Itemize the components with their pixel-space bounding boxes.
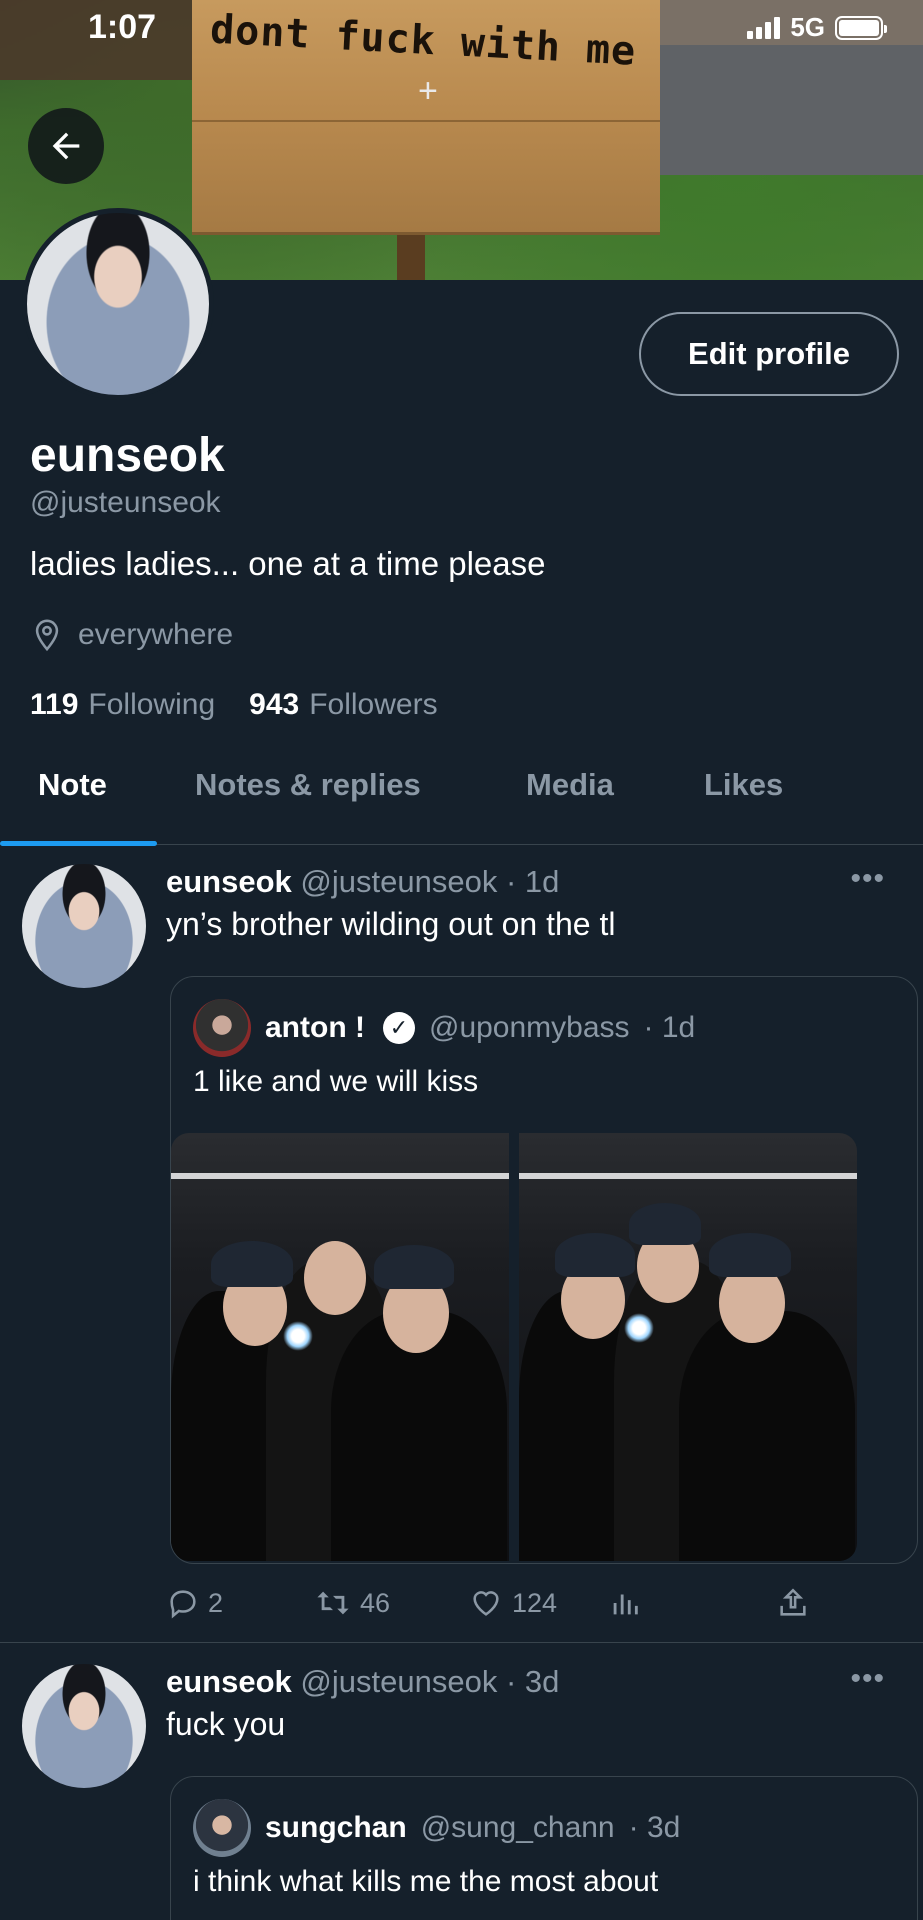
profile-tabs: Note Notes & replies Media Likes — [0, 745, 923, 846]
more-options-icon[interactable]: ••• — [850, 1662, 885, 1696]
quoted-post[interactable]: anton ! ✓ @uponmybass · 1d 1 like and we … — [170, 976, 918, 1564]
post-text: yn’s brother wilding out on the tl — [166, 906, 616, 942]
views-button[interactable] — [608, 1586, 776, 1620]
media-photo[interactable] — [171, 1133, 509, 1561]
tab-note[interactable]: Note — [38, 767, 107, 803]
banner-sign-line — [192, 120, 660, 122]
like-button[interactable]: 124 — [468, 1586, 608, 1620]
profile-bio: ladies ladies... one at a time please — [30, 545, 546, 582]
post-author-handle: @justeunseok — [300, 864, 498, 899]
crosshair-icon: + — [418, 72, 438, 110]
more-options-icon[interactable]: ••• — [850, 862, 885, 896]
banner-sign-post — [397, 235, 425, 280]
profile-screen: dont fuck with me + 1:07 5G Edit profile… — [0, 0, 923, 1920]
post-avatar[interactable] — [22, 864, 146, 988]
reply-icon — [170, 1590, 196, 1619]
follow-stats: 119 Following 943 Followers — [30, 688, 438, 722]
location-pin-icon — [35, 619, 59, 652]
quoted-post-header: anton ! ✓ @uponmybass · 1d — [193, 999, 695, 1057]
status-indicators: 5G — [747, 12, 887, 43]
share-button[interactable] — [776, 1586, 810, 1620]
followers-label: Followers — [309, 688, 438, 721]
reply-button[interactable]: 2 — [166, 1586, 314, 1620]
post-text: fuck you — [166, 1706, 286, 1742]
repost-button[interactable]: 46 — [314, 1586, 468, 1620]
media-photo[interactable] — [519, 1133, 857, 1561]
post-avatar[interactable] — [22, 1664, 146, 1788]
edit-profile-button[interactable]: Edit profile — [639, 312, 899, 396]
quoted-time: · 3d — [628, 1811, 681, 1844]
quoted-text: 1 like and we will kiss — [193, 1065, 479, 1098]
profile-name: eunseok — [30, 429, 225, 482]
post-actions: 2 46 124 — [166, 1586, 810, 1620]
followers-count: 943 — [249, 688, 300, 721]
quoted-avatar — [193, 1799, 251, 1857]
quoted-text: i think what kills me the most about — [193, 1865, 659, 1898]
tab-likes[interactable]: Likes — [704, 767, 783, 803]
location-text: everywhere — [78, 618, 234, 651]
banner-stone — [650, 45, 923, 175]
heart-icon — [473, 1591, 499, 1616]
post-divider — [0, 1642, 923, 1643]
tab-media[interactable]: Media — [526, 767, 614, 803]
quoted-time: · 1d — [643, 1011, 696, 1044]
quoted-author-handle: @sung_chann — [420, 1811, 615, 1844]
repost-count: 46 — [360, 1587, 391, 1618]
quoted-post[interactable]: sungchan @sung_chann · 3d i think what k… — [170, 1776, 918, 1920]
status-time: 1:07 — [88, 8, 157, 46]
like-count: 124 — [512, 1587, 558, 1618]
post-author-name[interactable]: eunseok — [166, 1664, 292, 1699]
quoted-author-name: sungchan — [265, 1811, 407, 1844]
status-bar: 1:07 5G — [0, 0, 923, 60]
repost-icon — [317, 1591, 349, 1615]
media-grid — [171, 1133, 857, 1561]
quoted-author-name: anton ! — [265, 1011, 365, 1044]
signal-icon — [747, 16, 781, 39]
battery-icon — [835, 15, 887, 40]
post[interactable]: eunseok @justeunseok · 3d ••• fuck you s… — [0, 1662, 923, 1920]
post-time: · 1d — [505, 864, 560, 899]
arrow-left-icon — [52, 132, 80, 160]
post-author-handle: @justeunseok — [300, 1664, 498, 1699]
post-meta: eunseok @justeunseok · 3d — [166, 1664, 559, 1700]
post-author-name[interactable]: eunseok — [166, 864, 292, 899]
profile-location: everywhere — [30, 618, 233, 652]
profile-avatar[interactable] — [22, 208, 214, 400]
analytics-icon — [613, 1594, 638, 1615]
following-count: 119 — [30, 688, 79, 721]
post-meta: eunseok @justeunseok · 1d — [166, 864, 559, 900]
quoted-avatar — [193, 999, 251, 1057]
network-label: 5G — [790, 12, 825, 42]
verified-icon: ✓ — [382, 1012, 415, 1044]
tab-notes-replies[interactable]: Notes & replies — [195, 767, 421, 803]
post-time: · 3d — [505, 1664, 560, 1699]
following-label: Following — [88, 688, 216, 721]
post[interactable]: eunseok @justeunseok · 1d ••• yn’s broth… — [0, 862, 923, 1644]
profile-handle: @justeunseok — [30, 486, 221, 519]
back-button[interactable] — [28, 108, 104, 184]
reply-count: 2 — [208, 1587, 224, 1618]
tab-active-indicator — [0, 841, 157, 846]
followers-link[interactable]: 943 Followers — [249, 688, 437, 722]
following-link[interactable]: 119 Following — [30, 688, 215, 722]
quoted-post-header: sungchan @sung_chann · 3d — [193, 1799, 680, 1857]
share-icon — [780, 1588, 806, 1616]
quoted-author-handle: @uponmybass — [428, 1011, 630, 1044]
